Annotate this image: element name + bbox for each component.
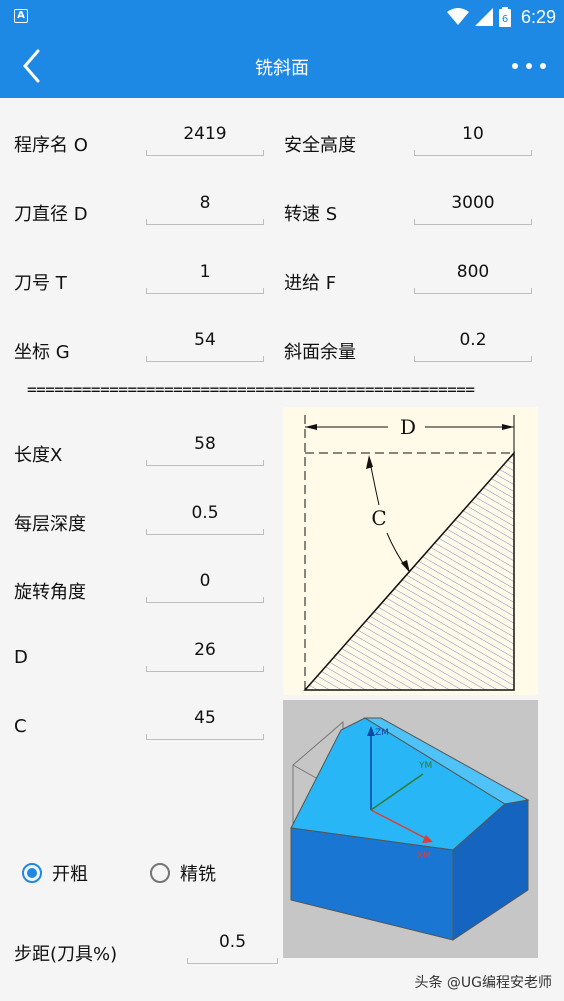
input-feed[interactable]: 800 bbox=[414, 258, 532, 294]
dim-c-label: C bbox=[371, 506, 386, 530]
input-spindle-speed[interactable]: 3000 bbox=[414, 189, 532, 225]
slope-diagram: D C bbox=[283, 407, 538, 695]
more-horizontal-icon bbox=[512, 63, 546, 69]
label-d: D bbox=[14, 647, 28, 668]
label-tool-diameter: 刀直径 D bbox=[14, 204, 88, 225]
model-3d-drawing: ZM YM XM bbox=[290, 717, 530, 941]
label-rotation-angle: 旋转角度 bbox=[14, 582, 86, 603]
input-coordinate[interactable]: 54 bbox=[146, 326, 264, 362]
watermark: 头条 @UG编程安老师 bbox=[414, 975, 552, 991]
input-d[interactable]: 26 bbox=[146, 636, 264, 672]
input-tool-number[interactable]: 1 bbox=[146, 258, 264, 294]
label-length-x: 长度X bbox=[14, 445, 63, 466]
radio-finish-indicator[interactable] bbox=[150, 863, 170, 883]
input-step[interactable]: 0.5 bbox=[187, 928, 278, 964]
battery-icon: 6 bbox=[498, 7, 511, 27]
label-layer-depth: 每层深度 bbox=[14, 514, 86, 535]
axis-zm-label: ZM bbox=[375, 728, 389, 738]
radio-rough-label: 开粗 bbox=[52, 864, 88, 885]
dim-d-label: D bbox=[400, 415, 416, 439]
slope-diagram-drawing: D C bbox=[303, 415, 515, 691]
input-safe-height[interactable]: 10 bbox=[414, 120, 532, 156]
input-slope-allowance[interactable]: 0.2 bbox=[414, 326, 532, 362]
input-program-name[interactable]: 2419 bbox=[146, 120, 264, 156]
label-slope-allowance: 斜面余量 bbox=[284, 342, 356, 363]
model-3d-view: ZM YM XM bbox=[283, 700, 538, 958]
input-c[interactable]: 45 bbox=[146, 704, 264, 740]
label-program-name: 程序名 O bbox=[14, 135, 88, 156]
axis-xm-label: XM bbox=[417, 851, 431, 861]
more-options-button[interactable] bbox=[510, 52, 550, 80]
label-tool-number: 刀号 T bbox=[14, 273, 67, 294]
label-safe-height: 安全高度 bbox=[284, 135, 356, 156]
input-length-x[interactable]: 58 bbox=[146, 430, 264, 466]
radio-finish-label: 精铣 bbox=[180, 864, 216, 885]
input-rotation-angle[interactable]: 0 bbox=[146, 567, 264, 603]
status-icons: 6 6:29 bbox=[446, 0, 556, 34]
section-divider: ========================================… bbox=[27, 380, 475, 399]
input-layer-depth[interactable]: 0.5 bbox=[146, 499, 264, 535]
label-coordinate: 坐标 G bbox=[14, 342, 70, 363]
app-bar: 铣斜面 bbox=[0, 34, 564, 98]
label-c: C bbox=[14, 716, 27, 737]
axis-ym-label: YM bbox=[418, 761, 432, 771]
svg-text:6: 6 bbox=[502, 14, 508, 25]
status-bar: A 6 6:29 bbox=[0, 0, 564, 34]
radio-finish[interactable]: 精铣 bbox=[150, 860, 216, 886]
label-step: 步距(刀具%) bbox=[14, 944, 118, 965]
clock: 6:29 bbox=[520, 6, 556, 27]
wifi-icon bbox=[446, 8, 469, 25]
radio-rough[interactable]: 开粗 bbox=[22, 860, 88, 886]
bottom-partial-row bbox=[0, 994, 564, 1001]
input-tool-diameter[interactable]: 8 bbox=[146, 189, 264, 225]
radio-rough-indicator[interactable] bbox=[22, 863, 42, 883]
label-feed: 进给 F bbox=[284, 273, 337, 294]
label-spindle-speed: 转速 S bbox=[284, 204, 338, 225]
app-notification-icon: A bbox=[14, 9, 28, 23]
signal-icon bbox=[474, 8, 493, 26]
page-title: 铣斜面 bbox=[255, 58, 309, 79]
